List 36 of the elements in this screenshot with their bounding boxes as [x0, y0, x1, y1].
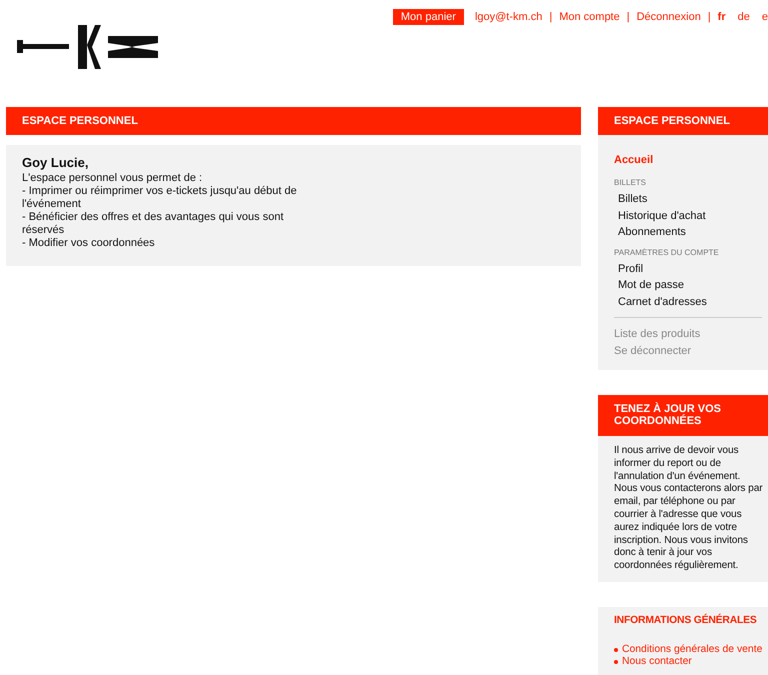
info-text: - Modifier vos coordonnées [22, 237, 156, 250]
menu-item[interactable]: Abonnements [614, 224, 686, 240]
info-text: L'espace personnel vous permet de : [22, 172, 204, 185]
separator: | [708, 11, 711, 23]
box-header: TENEZ À JOUR VOS COORDONNÉES [598, 395, 768, 436]
info-link[interactable]: Nous contacter [622, 656, 692, 668]
bullet-icon [614, 648, 618, 652]
menu-item[interactable]: Carnet d'adresses [614, 294, 707, 310]
menu-item[interactable]: Historique d'achat [614, 208, 706, 224]
logo-icon [17, 25, 159, 69]
menu-heading: BILLETS [614, 178, 648, 187]
info-text: - Imprimer ou réimprimer vos e-tickets jusqu'au début de l'événement [22, 185, 298, 211]
separator: | [626, 11, 630, 23]
sidebar-header: ESPACE PERSONNEL [598, 107, 768, 135]
section-header: ESPACE PERSONNEL [6, 107, 581, 135]
header-link[interactable]: lgoy@t-km.ch [474, 11, 542, 23]
header-link[interactable]: Mon compte [559, 11, 620, 23]
language-link[interactable]: e [762, 11, 768, 23]
language-link[interactable]: fr [718, 11, 726, 23]
menu-item[interactable]: Mot de passe [614, 277, 684, 294]
update-text: Il nous arrive de devoir vous informer du report ou de l'annulation d'un événement. Nous vous contacterons alors par email, par téléphone ou par courrier à l'adresse que vous aurez indiquée lors de votre inscription. Nous vous invitons donc à tenir à jour vos coordonnées régulièrement. [598, 436, 768, 582]
header-link[interactable]: Déconnexion [636, 11, 701, 23]
footer-link[interactable]: Se déconnecter [614, 343, 762, 360]
info-text: - Bénéficier des offres et des avantages qui vous sont réservés [22, 211, 285, 237]
greeting: Goy Lucie, [22, 155, 90, 170]
separator: | [549, 11, 552, 23]
bullet-icon [614, 660, 618, 664]
menu-heading: PARAMÈTRES DU COMPTE [614, 248, 720, 256]
footer-link[interactable]: Liste des produits [614, 326, 762, 343]
info-link[interactable]: Conditions générales de vente [622, 644, 762, 656]
menu-item[interactable]: Accueil [614, 154, 654, 166]
menu-item[interactable]: Profil [614, 260, 644, 277]
info-title: INFORMATIONS GÉNÉRALES [614, 614, 758, 626]
cart-button[interactable]: Mon panier [392, 9, 464, 25]
language-link[interactable]: de [738, 11, 750, 23]
menu-item[interactable]: Billets [614, 191, 648, 208]
